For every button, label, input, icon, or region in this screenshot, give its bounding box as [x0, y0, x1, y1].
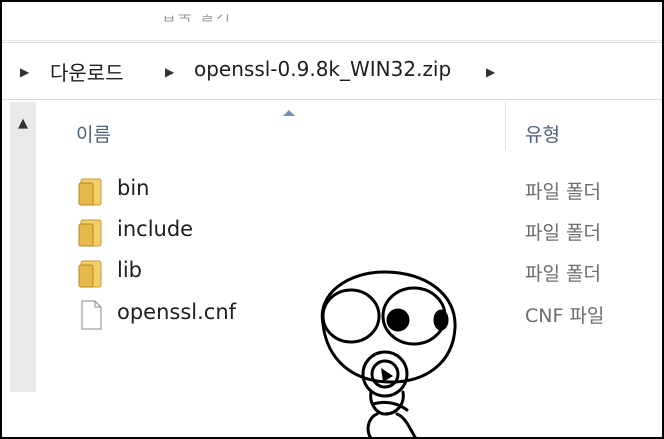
file-name: include: [117, 217, 194, 241]
file-name: bin: [117, 176, 150, 200]
column-divider[interactable]: [505, 102, 506, 150]
chevron-right-icon[interactable]: ▶: [165, 65, 174, 79]
column-header-name[interactable]: 이름: [76, 120, 111, 147]
vertical-scrollbar[interactable]: ▲: [10, 102, 36, 392]
list-item[interactable]: include 파일 폴더: [78, 215, 658, 249]
folder-icon: [78, 178, 102, 206]
scroll-up-icon[interactable]: ▲: [10, 116, 36, 131]
file-type: 파일 폴더: [525, 263, 601, 285]
cartoon-face-drawing: [320, 270, 457, 437]
file-name: openssl.cnf: [117, 300, 237, 324]
column-header-type[interactable]: 유형: [525, 120, 560, 147]
ribbon-toolbar: 압축 풀기: [2, 2, 662, 41]
screenshot-frame: 압축 풀기 ▶ 다운로드 ▶ openssl-0.9.8k_WIN32.zip …: [0, 0, 664, 439]
file-type: CNF 파일: [525, 305, 605, 327]
breadcrumb-zip[interactable]: openssl-0.9.8k_WIN32.zip: [194, 57, 451, 81]
folder-icon: [78, 260, 102, 288]
breadcrumb-downloads[interactable]: 다운로드: [50, 57, 124, 86]
file-type: 파일 폴더: [525, 222, 601, 244]
file-type: 파일 폴더: [525, 181, 601, 203]
address-bar[interactable]: ▶ 다운로드 ▶ openssl-0.9.8k_WIN32.zip ▶: [2, 42, 662, 100]
sort-ascending-icon: [283, 110, 295, 116]
list-item[interactable]: bin 파일 폴더: [78, 174, 658, 208]
file-icon: [81, 300, 102, 330]
folder-icon: [78, 219, 102, 247]
extract-all-label[interactable]: 압축 풀기: [162, 15, 232, 26]
file-name: lib: [117, 258, 142, 282]
chevron-right-icon[interactable]: ▶: [20, 65, 29, 79]
chevron-right-icon[interactable]: ▶: [486, 65, 495, 79]
